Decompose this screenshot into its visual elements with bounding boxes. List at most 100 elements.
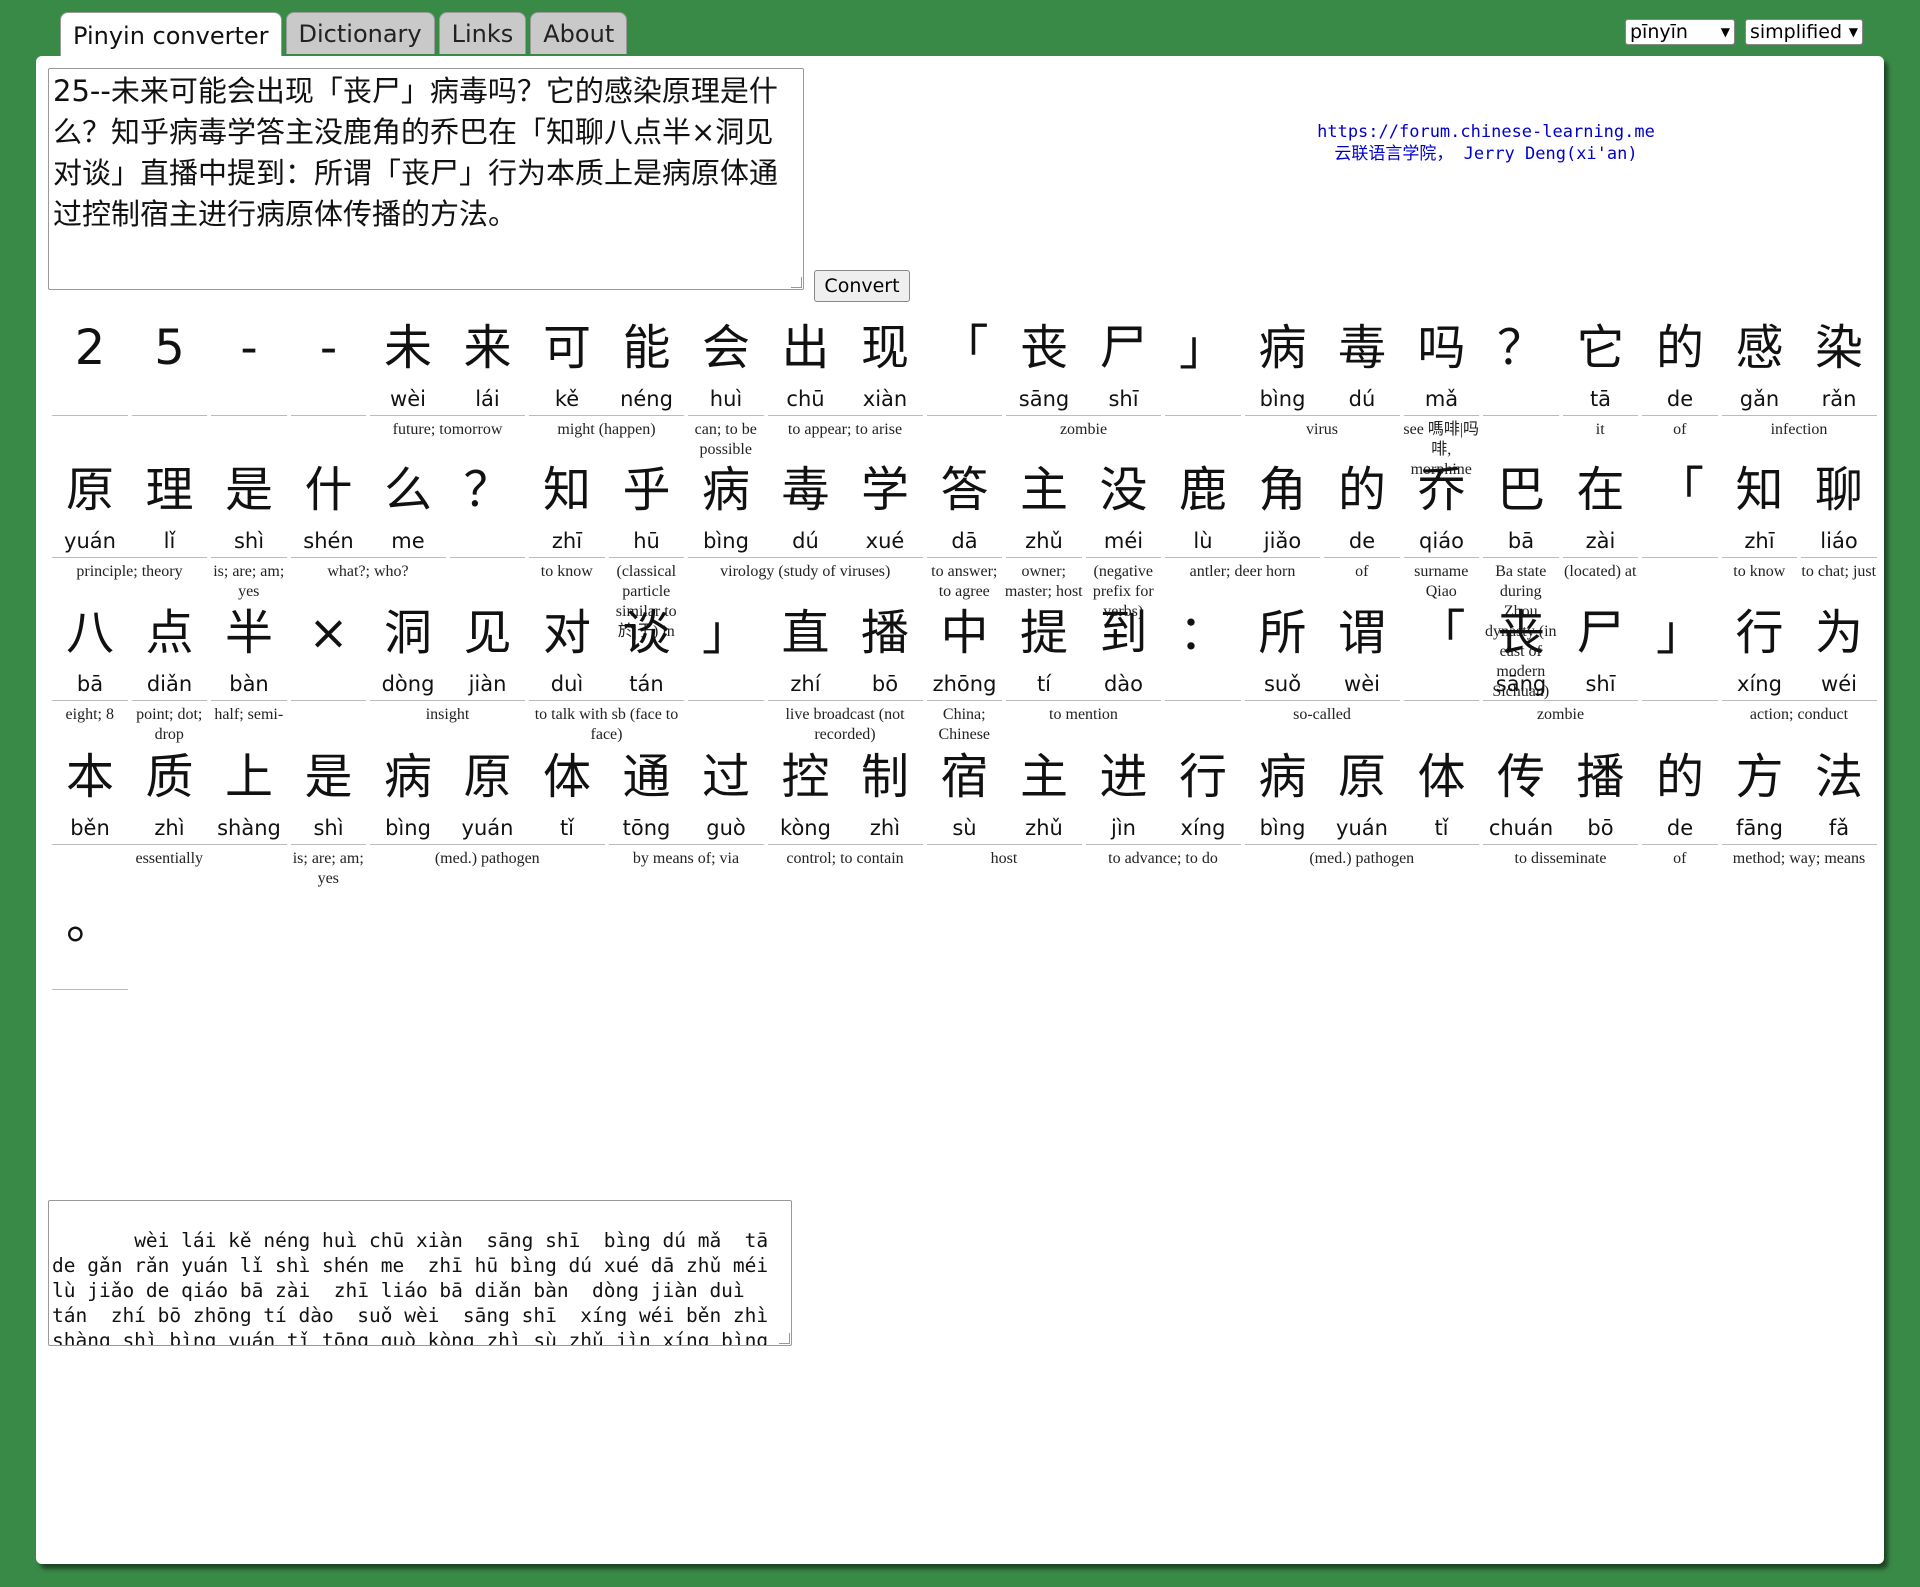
char-cell[interactable]: 丧 sāng: [1481, 597, 1561, 697]
char-cell[interactable]: 什 shén: [289, 454, 369, 554]
char-cell[interactable]: 鹿 lù: [1163, 454, 1243, 554]
char-cell[interactable]: 感 gǎn: [1720, 312, 1800, 412]
char-cell[interactable]: ？: [1481, 312, 1561, 412]
char-cell[interactable]: 主 zhǔ: [1004, 454, 1084, 554]
char-cell[interactable]: 可 kě: [527, 312, 607, 412]
char-cell[interactable]: 主 zhǔ: [1004, 741, 1084, 841]
char-cell[interactable]: 病 bìng: [1243, 312, 1323, 412]
char-cell[interactable]: 丧 sāng: [1004, 312, 1084, 412]
char-cell[interactable]: 知 zhī: [1720, 454, 1800, 554]
char-cell[interactable]: 半 bàn: [209, 597, 289, 697]
char-cell[interactable]: 「: [1640, 454, 1720, 554]
char-cell[interactable]: 尸 shī: [1561, 597, 1641, 697]
char-cell[interactable]: 「: [925, 312, 1005, 412]
convert-button[interactable]: Convert: [814, 270, 910, 302]
char-cell[interactable]: 控 kòng: [766, 741, 846, 841]
char-cell[interactable]: 为 wéi: [1799, 597, 1879, 697]
char-cell[interactable]: 谓 wèi: [1322, 597, 1402, 697]
pinyin-output-textarea[interactable]: wèi lái kě néng huì chū xiàn sāng shī bì…: [48, 1200, 792, 1346]
char-cell[interactable]: 染 rǎn: [1799, 312, 1879, 412]
char-cell[interactable]: 毒 dú: [766, 454, 846, 554]
char-cell[interactable]: -: [289, 312, 369, 412]
char-cell[interactable]: 「: [1402, 597, 1482, 697]
char-cell[interactable]: 是 shì: [209, 454, 289, 554]
char-cell[interactable]: 通 tōng: [607, 741, 687, 841]
char-cell[interactable]: 知 zhī: [527, 454, 607, 554]
char-cell[interactable]: 中 zhōng: [925, 597, 1005, 697]
char-cell[interactable]: 本 běn: [50, 741, 130, 841]
char-cell[interactable]: 没 méi: [1084, 454, 1164, 554]
char-cell[interactable]: 。: [50, 886, 130, 986]
char-cell[interactable]: 巴 bā: [1481, 454, 1561, 554]
char-cell[interactable]: 质 zhì: [130, 741, 210, 841]
char-cell[interactable]: 能 néng: [607, 312, 687, 412]
char-cell[interactable]: 体 tǐ: [1402, 741, 1482, 841]
resize-handle-icon[interactable]: [779, 1333, 790, 1344]
char-cell[interactable]: 直 zhí: [766, 597, 846, 697]
char-cell[interactable]: 吗 mǎ: [1402, 312, 1482, 412]
char-cell[interactable]: 乎 hū: [607, 454, 687, 554]
char-cell[interactable]: 」: [1163, 312, 1243, 412]
char-cell[interactable]: ：: [1163, 597, 1243, 697]
tab-pinyin-converter[interactable]: Pinyin converter: [60, 12, 282, 58]
char-cell[interactable]: 未 wèi: [368, 312, 448, 412]
tab-dictionary[interactable]: Dictionary: [285, 12, 435, 54]
char-cell[interactable]: 来 lái: [448, 312, 528, 412]
tab-about[interactable]: About: [530, 12, 628, 54]
char-cell[interactable]: 体 tǐ: [527, 741, 607, 841]
char-cell[interactable]: 过 guò: [686, 741, 766, 841]
char-cell[interactable]: 进 jìn: [1084, 741, 1164, 841]
char-cell[interactable]: 所 suǒ: [1243, 597, 1323, 697]
char-cell[interactable]: -: [209, 312, 289, 412]
char-cell[interactable]: 谈 tán: [607, 597, 687, 697]
char-cell[interactable]: 制 zhì: [845, 741, 925, 841]
char-cell[interactable]: 洞 dòng: [368, 597, 448, 697]
char-cell[interactable]: 现 xiàn: [845, 312, 925, 412]
char-cell[interactable]: 点 diǎn: [130, 597, 210, 697]
chinese-input-textarea[interactable]: 25--未来可能会出现「丧尸」病毒吗？它的感染原理是什么？知乎病毒学答主没鹿角的…: [48, 68, 804, 290]
char-cell[interactable]: 宿 sù: [925, 741, 1005, 841]
char-cell[interactable]: 到 dào: [1084, 597, 1164, 697]
char-cell[interactable]: 它 tā: [1561, 312, 1641, 412]
char-cell[interactable]: 么 me: [368, 454, 448, 554]
char-cell[interactable]: 原 yuán: [448, 741, 528, 841]
char-cell[interactable]: 是 shì: [289, 741, 369, 841]
char-cell[interactable]: 角 jiǎo: [1243, 454, 1323, 554]
tab-links[interactable]: Links: [438, 12, 527, 54]
char-cell[interactable]: 尸 shī: [1084, 312, 1164, 412]
resize-handle-icon[interactable]: [791, 277, 802, 288]
char-cell[interactable]: 行 xíng: [1720, 597, 1800, 697]
char-cell[interactable]: ×: [289, 597, 369, 697]
char-cell[interactable]: 在 zài: [1561, 454, 1641, 554]
char-cell[interactable]: 原 yuán: [50, 454, 130, 554]
char-cell[interactable]: 5: [130, 312, 210, 412]
char-cell[interactable]: 八 bā: [50, 597, 130, 697]
char-cell[interactable]: 法 fǎ: [1799, 741, 1879, 841]
char-cell[interactable]: 病 bìng: [1243, 741, 1323, 841]
char-cell[interactable]: 原 yuán: [1322, 741, 1402, 841]
char-cell[interactable]: 播 bō: [845, 597, 925, 697]
char-cell[interactable]: 提 tí: [1004, 597, 1084, 697]
char-cell[interactable]: 病 bìng: [686, 454, 766, 554]
char-cell[interactable]: 行 xíng: [1163, 741, 1243, 841]
char-cell[interactable]: 」: [1640, 597, 1720, 697]
char-cell[interactable]: 会 huì: [686, 312, 766, 412]
char-cell[interactable]: ？: [448, 454, 528, 554]
char-cell[interactable]: 聊 liáo: [1799, 454, 1879, 554]
char-cell[interactable]: 」: [686, 597, 766, 697]
char-cell[interactable]: 答 dā: [925, 454, 1005, 554]
char-cell[interactable]: 病 bìng: [368, 741, 448, 841]
char-cell[interactable]: 的 de: [1640, 312, 1720, 412]
char-cell[interactable]: 理 lǐ: [130, 454, 210, 554]
script-select[interactable]: simplified ▼: [1745, 19, 1863, 45]
char-cell[interactable]: 出 chū: [766, 312, 846, 412]
tone-style-select[interactable]: pīnyīn ▼: [1625, 19, 1735, 45]
char-cell[interactable]: 2: [50, 312, 130, 412]
char-cell[interactable]: 方 fāng: [1720, 741, 1800, 841]
char-cell[interactable]: 毒 dú: [1322, 312, 1402, 412]
char-cell[interactable]: 学 xué: [845, 454, 925, 554]
forum-link[interactable]: https://forum.chinese-learning.me: [1236, 121, 1736, 143]
char-cell[interactable]: 上 shàng: [209, 741, 289, 841]
char-cell[interactable]: 传 chuán: [1481, 741, 1561, 841]
char-cell[interactable]: 播 bō: [1561, 741, 1641, 841]
